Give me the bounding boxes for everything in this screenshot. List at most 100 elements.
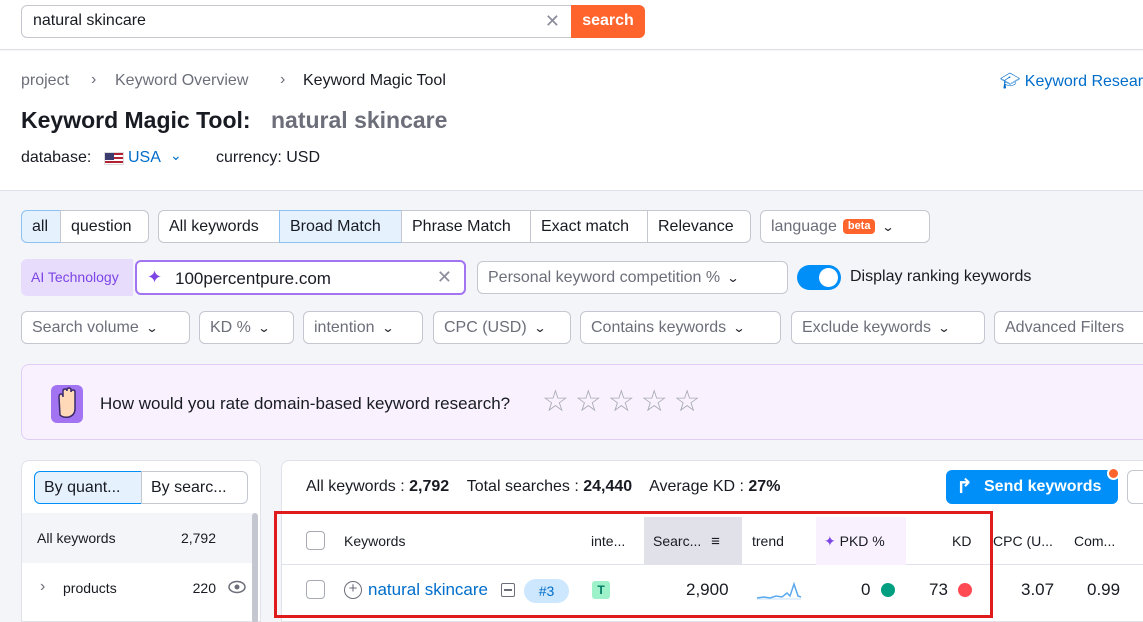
intention-dropdown[interactable]: intention ⌄ — [303, 311, 423, 344]
group-name: products — [63, 580, 117, 596]
breadcrumb-project[interactable]: project — [21, 72, 69, 90]
share-arrow-icon: ↱ — [956, 476, 973, 498]
kd-difficulty-dot — [958, 583, 972, 597]
database-label: database: — [21, 149, 92, 166]
page-title: Keyword Magic Tool: — [21, 107, 251, 133]
competition-value: 0.99 — [1087, 580, 1121, 599]
col-competition[interactable]: Com... — [1074, 517, 1115, 565]
tab-by-search[interactable]: By searc... — [141, 471, 248, 504]
average-kd-value: 27% — [748, 478, 781, 495]
group-row-products[interactable]: › products 220 — [22, 563, 254, 613]
tab-by-quantity[interactable]: By quant... — [34, 471, 142, 504]
top-search-bar: natural skincare ✕ search — [0, 0, 1143, 50]
search-volume-value: 2,900 — [686, 580, 729, 599]
group-name: All keywords — [37, 530, 116, 546]
chevron-down-icon[interactable]: ⌄ — [170, 147, 182, 164]
all-keywords-button[interactable]: All keywords — [158, 210, 280, 243]
cpc-dropdown[interactable]: CPC (USD) ⌄ — [433, 311, 571, 344]
kd-value: 73 — [929, 580, 948, 599]
domain-input[interactable]: ✦ 100percentpure.com ✕ — [135, 260, 466, 295]
breadcrumb-chevron-icon: › — [280, 71, 286, 88]
kd-dropdown[interactable]: KD % ⌄ — [199, 311, 294, 344]
database-select[interactable]: USA — [128, 149, 161, 167]
chevron-down-icon: ⌄ — [732, 321, 746, 335]
search-input-value: natural skincare — [33, 12, 146, 29]
serp-features-icon[interactable] — [501, 583, 515, 597]
intent-badge: T — [592, 581, 610, 599]
sort-icon: ≡ — [711, 533, 720, 550]
select-all-checkbox[interactable] — [306, 531, 325, 550]
keyword-research-link[interactable]: 🎓︎ Keyword Research — [1000, 71, 1143, 91]
col-pkd[interactable]: ✦ PKD % — [816, 517, 906, 565]
notification-dot — [1107, 467, 1120, 480]
col-trend[interactable]: trend — [752, 517, 784, 565]
star-icon[interactable]: ☆ — [575, 387, 602, 417]
star-icon[interactable]: ☆ — [608, 387, 635, 417]
row-checkbox[interactable] — [306, 580, 325, 599]
scrollbar[interactable] — [252, 513, 258, 622]
currency-label: currency: USD — [216, 149, 321, 166]
col-cpc[interactable]: CPC (U... — [993, 517, 1053, 565]
search-input[interactable]: natural skincare ✕ — [21, 5, 573, 38]
pkd-value: 0 — [861, 580, 871, 599]
clear-search-icon[interactable]: ✕ — [545, 11, 560, 32]
phrase-match-button[interactable]: Phrase Match — [401, 210, 531, 243]
search-button[interactable]: search — [571, 5, 645, 38]
clear-domain-icon[interactable]: ✕ — [437, 267, 452, 288]
chevron-down-icon: ⌄ — [257, 321, 271, 335]
advanced-filters-dropdown[interactable]: Advanced Filters — [994, 311, 1143, 344]
sparkle-icon: ✦ — [147, 267, 163, 287]
keyword-link[interactable]: natural skincare — [368, 566, 488, 614]
chevron-down-icon: ⌄ — [726, 271, 740, 285]
ai-technology-badge: AI Technology — [21, 259, 133, 296]
group-row-all[interactable]: All keywords 2,792 — [22, 513, 254, 563]
cpc-value: 3.07 — [1021, 580, 1055, 599]
page-header: project › Keyword Overview › Keyword Mag… — [0, 51, 1143, 191]
beta-badge: beta — [842, 219, 876, 234]
filter-all-button[interactable]: all — [21, 210, 61, 243]
filter-question-button[interactable]: question — [60, 210, 149, 243]
chevron-down-icon: ⌄ — [145, 321, 159, 335]
display-ranking-toggle[interactable] — [797, 265, 841, 290]
trend-sparkline — [756, 581, 802, 600]
col-intent[interactable]: inte... — [591, 517, 625, 565]
col-keywords[interactable]: Keywords — [344, 517, 405, 565]
chevron-down-icon: ⌄ — [380, 321, 395, 335]
star-icon[interactable]: ☆ — [674, 387, 701, 417]
chevron-down-icon: ⌄ — [881, 220, 896, 234]
star-icon[interactable]: ☆ — [641, 387, 668, 417]
send-keywords-button[interactable]: ↱ Send keywords — [946, 470, 1118, 504]
all-keywords-count: 2,792 — [409, 478, 450, 495]
chevron-right-icon[interactable]: › — [40, 578, 45, 596]
summary-bar: All keywords : 2,792 Total searches : 24… — [306, 478, 781, 495]
breadcrumb-keyword-overview[interactable]: Keyword Overview — [115, 72, 248, 90]
raised-hand-icon — [51, 385, 83, 423]
us-flag-icon — [104, 152, 124, 165]
rating-question: How would you rate domain-based keyword … — [100, 394, 511, 413]
eye-icon[interactable] — [228, 580, 246, 594]
sparkle-icon: ✦ — [824, 533, 836, 549]
keyword-groups-panel: By quant... By searc... All keywords 2,7… — [21, 460, 261, 622]
contains-keywords-dropdown[interactable]: Contains keywords ⌄ — [580, 311, 781, 344]
keywords-table-panel: All keywords : 2,792 Total searches : 24… — [281, 460, 1143, 622]
col-search-volume[interactable]: Searc... ≡ — [644, 517, 742, 565]
language-dropdown[interactable]: language beta ⌄ — [760, 210, 930, 243]
more-options-button[interactable] — [1127, 470, 1143, 504]
personal-keyword-competition-dropdown[interactable]: Personal keyword competition % ⌄ — [477, 261, 788, 294]
exclude-keywords-dropdown[interactable]: Exclude keywords ⌄ — [791, 311, 985, 344]
star-icon[interactable]: ☆ — [542, 387, 569, 417]
group-count: 2,792 — [180, 530, 216, 546]
add-to-list-icon[interactable]: + — [344, 581, 362, 599]
search-volume-dropdown[interactable]: Search volume ⌄ — [21, 311, 190, 344]
chevron-down-icon: ⌄ — [533, 321, 547, 335]
serp-position-badge[interactable]: #3 — [524, 579, 569, 603]
col-kd[interactable]: KD — [952, 517, 971, 565]
relevance-button[interactable]: Relevance — [647, 210, 751, 243]
star-rating[interactable]: ☆ ☆ ☆ ☆ ☆ — [542, 387, 707, 417]
page-title-query: natural skincare — [271, 107, 448, 133]
exact-match-button[interactable]: Exact match — [530, 210, 648, 243]
breadcrumb-current: Keyword Magic Tool — [303, 72, 446, 89]
table-row: + natural skincare #3 T 2,900 0 73 3.07 … — [282, 566, 1143, 614]
display-ranking-label: Display ranking keywords — [850, 268, 1032, 285]
broad-match-button[interactable]: Broad Match — [279, 210, 402, 243]
